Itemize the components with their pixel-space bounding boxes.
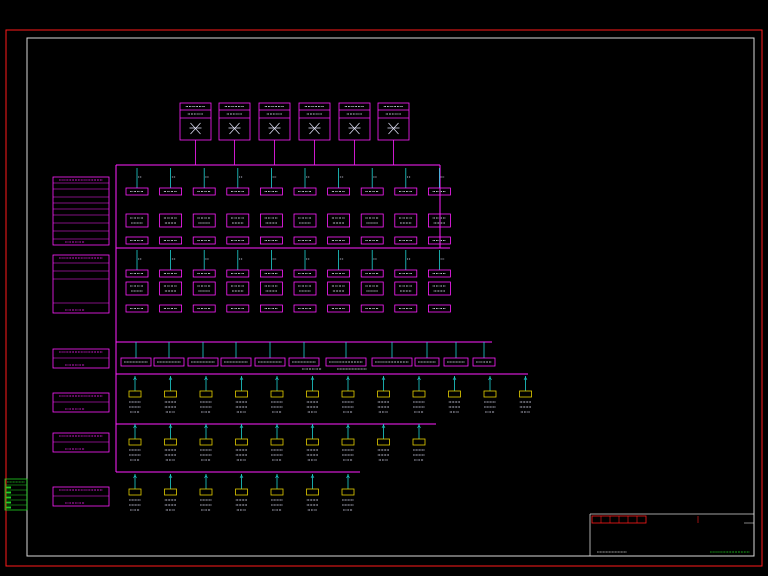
single-line-diagram-drawing — [0, 0, 768, 576]
legend-swatch — [6, 491, 11, 494]
legend-swatch — [6, 496, 11, 499]
legend-swatch — [6, 506, 11, 509]
legend-swatch — [6, 501, 11, 504]
legend-swatch — [6, 486, 11, 489]
